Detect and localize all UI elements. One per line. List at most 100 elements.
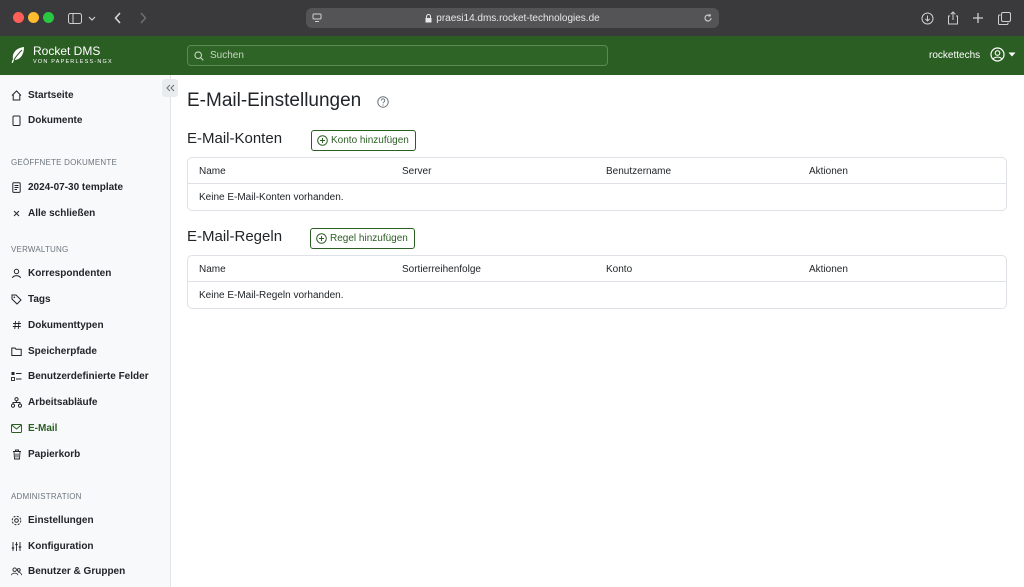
- sidebar-item-label: E-Mail: [28, 422, 58, 434]
- help-icon[interactable]: [377, 96, 389, 108]
- column-header: Server: [402, 166, 432, 177]
- section-title-manage: VERWALTUNG: [11, 245, 69, 254]
- sidebar-item-close-all[interactable]: Alle schließen: [11, 205, 95, 221]
- sidebar-item-dokumente[interactable]: Dokumente: [11, 112, 82, 128]
- column-header: Aktionen: [809, 264, 848, 275]
- sidebar-item-users-groups[interactable]: Benutzer & Gruppen: [11, 563, 125, 579]
- share-icon[interactable]: [944, 9, 962, 27]
- close-window-button[interactable]: [13, 12, 24, 23]
- back-icon[interactable]: [109, 9, 127, 27]
- sidebar-item-label: Dokumenttypen: [28, 319, 104, 331]
- trash-icon: [11, 449, 22, 460]
- ui-checks-icon: [11, 371, 22, 382]
- plus-circle-icon: [317, 135, 328, 146]
- empty-message: Keine E-Mail-Regeln vorhanden.: [199, 290, 344, 301]
- sidebar-item-custom-fields[interactable]: Benutzerdefinierte Felder: [11, 368, 149, 384]
- sidebar-item-label: Konfiguration: [28, 540, 94, 552]
- tag-icon: [11, 294, 22, 305]
- lock-icon: [425, 13, 432, 22]
- double-chevron-left-icon: [165, 84, 174, 92]
- column-header: Name: [199, 166, 226, 177]
- reload-icon[interactable]: [703, 13, 713, 23]
- sidebar-item-papierkorb[interactable]: Papierkorb: [11, 446, 80, 462]
- sidebar-item-label: Benutzerdefinierte Felder: [28, 370, 149, 382]
- user-avatar-icon: [990, 47, 1005, 62]
- table-row: Keine E-Mail-Konten vorhanden.: [188, 184, 1006, 210]
- sidebar-item-einstellungen[interactable]: Einstellungen: [11, 512, 94, 528]
- sidebar-item-label: Tags: [28, 293, 51, 305]
- table-row: Keine E-Mail-Regeln vorhanden.: [188, 282, 1006, 308]
- tab-overview-icon[interactable]: [995, 9, 1013, 27]
- app-header: Rocket DMS VON PAPERLESS-NGX rockettechs: [0, 36, 1024, 75]
- add-account-label: Konto hinzufügen: [331, 135, 409, 146]
- add-rule-label: Regel hinzufügen: [330, 233, 408, 244]
- leaf-logo-icon[interactable]: [10, 46, 26, 64]
- address-bar[interactable]: praesi14.dms.rocket-technologies.de: [306, 8, 719, 28]
- add-rule-button[interactable]: Regel hinzufügen: [310, 228, 415, 249]
- person-icon: [11, 268, 22, 279]
- page-settings-icon[interactable]: [312, 13, 322, 23]
- sidebar-item-dokumenttypen[interactable]: Dokumenttypen: [11, 317, 104, 333]
- sidebar-item-arbeitsablaeufe[interactable]: Arbeitsabläufe: [11, 394, 97, 410]
- sidebar-item-label: Papierkorb: [28, 448, 81, 460]
- add-account-button[interactable]: Konto hinzufügen: [311, 130, 416, 151]
- close-icon: [11, 208, 22, 219]
- envelope-icon: [11, 423, 22, 434]
- sidebar-item-email[interactable]: E-Mail: [11, 420, 57, 436]
- folder-icon: [11, 346, 22, 357]
- sidebar-item-speicherpfade[interactable]: Speicherpfade: [11, 343, 97, 359]
- sidebar-item-label: Speicherpfade: [28, 345, 97, 357]
- new-tab-icon[interactable]: [969, 9, 987, 27]
- gear-icon: [11, 515, 22, 526]
- url-text: praesi14.dms.rocket-technologies.de: [436, 12, 600, 24]
- sidebar-item-label: Einstellungen: [28, 514, 94, 526]
- sidebar-item-label: Startseite: [28, 89, 74, 101]
- column-header: Sortierreihenfolge: [402, 264, 481, 275]
- sidebar-item-konfiguration[interactable]: Konfiguration: [11, 538, 94, 554]
- zoom-window-button[interactable]: [43, 12, 54, 23]
- sidebar-toggle-icon[interactable]: [66, 9, 84, 27]
- sidebar-item-label: Benutzer & Gruppen: [28, 565, 126, 577]
- app-name[interactable]: Rocket DMS: [33, 44, 100, 58]
- minimize-window-button[interactable]: [28, 12, 39, 23]
- table-header-row: Name Sortierreihenfolge Konto Aktionen: [188, 256, 1006, 282]
- sidebar-item-label: 2024-07-30 template: [28, 181, 124, 193]
- search-field[interactable]: [187, 45, 608, 66]
- sidebar-item-tags[interactable]: Tags: [11, 291, 51, 307]
- page-title: E-Mail-Einstellungen: [187, 90, 362, 111]
- sidebar-item-korrespondenten[interactable]: Korrespondenten: [11, 265, 111, 281]
- accounts-table: Name Server Benutzername Aktionen Keine …: [187, 157, 1007, 211]
- empty-message: Keine E-Mail-Konten vorhanden.: [199, 192, 344, 203]
- caret-down-icon: [1008, 52, 1016, 57]
- sidebar-item-open-document[interactable]: 2024-07-30 template: [11, 179, 123, 195]
- sidebar-item-label: Arbeitsabläufe: [28, 396, 98, 408]
- table-header-row: Name Server Benutzername Aktionen: [188, 158, 1006, 184]
- accounts-heading: E-Mail-Konten: [187, 130, 283, 147]
- workflow-icon: [11, 396, 22, 408]
- forward-icon[interactable]: [134, 9, 152, 27]
- rules-heading: E-Mail-Regeln: [187, 228, 283, 245]
- people-icon: [11, 566, 22, 577]
- hash-icon: [11, 320, 22, 331]
- user-menu-button[interactable]: [990, 47, 1016, 62]
- column-header: Aktionen: [809, 166, 848, 177]
- search-input[interactable]: [210, 50, 590, 61]
- section-title-open-docs: GEÖFFNETE DOKUMENTE: [11, 158, 118, 167]
- sidebar-item-label: Alle schließen: [28, 207, 96, 219]
- sidebar-collapse-button[interactable]: [162, 79, 178, 97]
- chevron-down-icon[interactable]: [86, 9, 98, 27]
- house-icon: [11, 89, 22, 101]
- browser-toolbar: praesi14.dms.rocket-technologies.de: [0, 0, 1024, 36]
- column-header: Benutzername: [606, 166, 672, 177]
- column-header: Konto: [606, 264, 633, 275]
- sidebar-item-label: Dokumente: [28, 114, 83, 126]
- download-icon[interactable]: [918, 9, 936, 27]
- column-header: Name: [199, 264, 226, 275]
- sidebar-item-startseite[interactable]: Startseite: [11, 87, 74, 103]
- document-icon: [11, 115, 22, 126]
- sidebar-item-label: Korrespondenten: [28, 267, 112, 279]
- username[interactable]: rockettechs: [929, 50, 980, 61]
- section-title-admin: ADMINISTRATION: [11, 492, 82, 501]
- sliders-icon: [11, 541, 22, 552]
- file-text-icon: [11, 181, 22, 193]
